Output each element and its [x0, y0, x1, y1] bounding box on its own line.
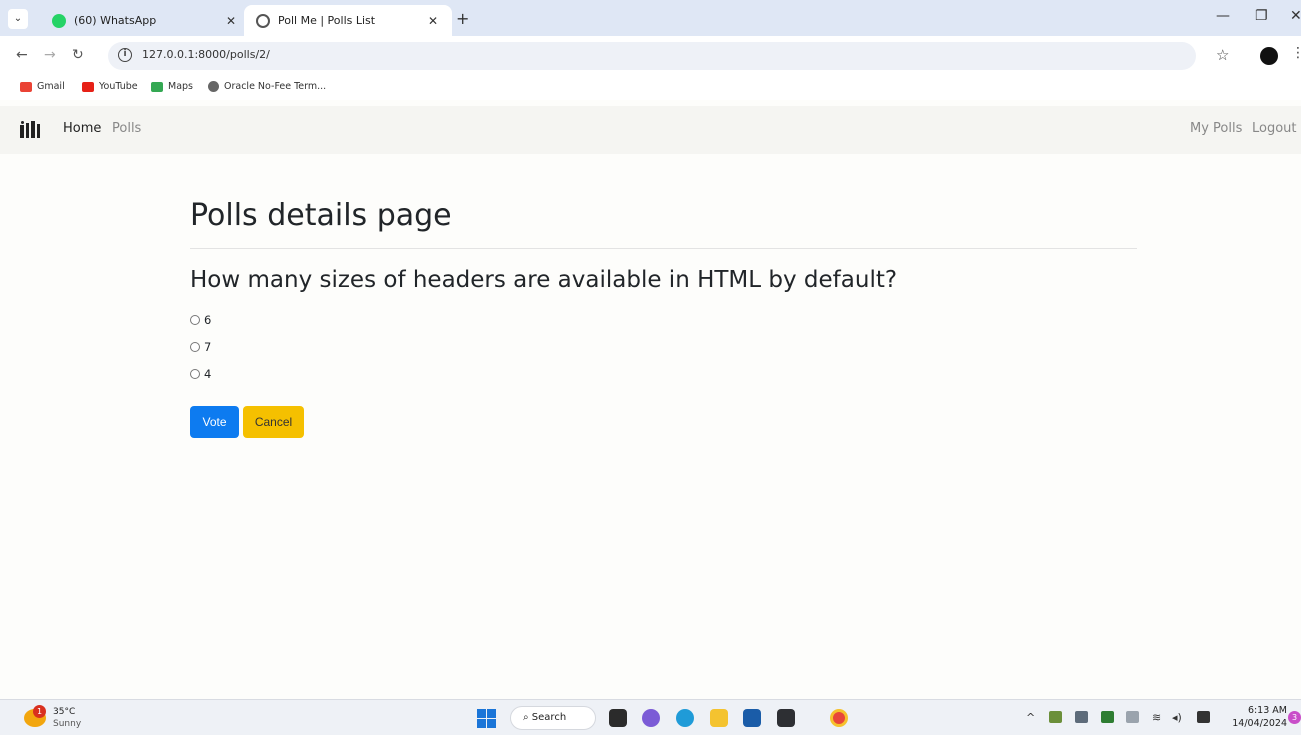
restore-icon[interactable]: ❐: [1255, 8, 1268, 24]
show-hidden-icons-chevron-icon[interactable]: ^: [1026, 711, 1035, 724]
globe-icon: [256, 13, 270, 28]
search-icon: ⌕: [523, 712, 529, 723]
url-text[interactable]: 127.0.0.1:8000/polls/2/: [142, 48, 270, 61]
store-icon[interactable]: [743, 709, 761, 727]
windows-taskbar: 1 35°C Sunny ⌕ Search ^ ≋ ◂) 6:13 AM 14/…: [0, 699, 1301, 735]
wifi-icon[interactable]: ≋: [1152, 711, 1161, 724]
tab-title: (60) WhatsApp: [74, 14, 157, 27]
bookmark-oracle[interactable]: Oracle No-Fee Term...: [208, 81, 326, 92]
nav-polls[interactable]: Polls: [112, 121, 141, 136]
site-navbar: Home Polls My Polls Logout: [0, 106, 1301, 154]
globe-icon: [208, 81, 219, 92]
profile-avatar[interactable]: [1260, 47, 1278, 65]
weather-alert-badge: 1: [33, 705, 46, 718]
browser-tab-strip: ⌄ (60) WhatsApp ✕ Poll Me | Polls List ✕…: [0, 0, 1301, 36]
new-tab-button[interactable]: +: [456, 9, 469, 28]
youtube-icon: [82, 81, 94, 92]
taskbar-search[interactable]: ⌕ Search: [510, 706, 596, 730]
tray-app-icon[interactable]: [1049, 711, 1062, 723]
weather-condition[interactable]: Sunny: [53, 719, 81, 729]
maps-icon: [151, 81, 163, 92]
nav-home[interactable]: Home: [63, 121, 101, 136]
nav-my-polls[interactable]: My Polls: [1190, 121, 1242, 136]
volume-icon[interactable]: ◂): [1172, 711, 1182, 724]
divider: [190, 248, 1137, 249]
address-bar[interactable]: i 127.0.0.1:8000/polls/2/: [108, 42, 1196, 70]
bookmark-youtube[interactable]: YouTube: [82, 81, 138, 92]
browser-toolbar: ← → ↻ i 127.0.0.1:8000/polls/2/ ☆ ⋮: [0, 36, 1301, 76]
radio-button[interactable]: [190, 369, 200, 379]
tab-search-chevron-icon[interactable]: ⌄: [8, 9, 28, 29]
vote-button[interactable]: Vote: [190, 406, 239, 438]
nav-logout[interactable]: Logout: [1252, 121, 1297, 136]
minimize-icon[interactable]: —: [1216, 8, 1230, 24]
tab-poll-me[interactable]: Poll Me | Polls List ✕: [244, 5, 452, 36]
close-tab-icon[interactable]: ✕: [426, 14, 440, 28]
bookmark-gmail[interactable]: Gmail: [20, 81, 65, 92]
weather-temperature[interactable]: 35°C: [53, 707, 75, 717]
bookmark-star-icon[interactable]: ☆: [1216, 46, 1229, 64]
tab-title: Poll Me | Polls List: [278, 14, 376, 27]
task-view-icon[interactable]: [609, 709, 627, 727]
back-icon[interactable]: ←: [16, 47, 28, 63]
close-tab-icon[interactable]: ✕: [224, 14, 238, 28]
search-label: Search: [531, 712, 567, 723]
poll-question: How many sizes of headers are available …: [190, 267, 898, 293]
reload-icon[interactable]: ↻: [72, 47, 84, 63]
radio-button[interactable]: [190, 342, 200, 352]
notification-badge[interactable]: 3: [1288, 711, 1301, 724]
choice-option[interactable]: 6: [190, 313, 211, 327]
tray-green-app-icon[interactable]: [1101, 711, 1114, 723]
clock-date[interactable]: 14/04/2024: [1226, 718, 1287, 729]
chat-app-icon[interactable]: [642, 709, 660, 727]
site-info-icon[interactable]: i: [118, 48, 132, 62]
brand-logo-icon[interactable]: [20, 121, 40, 138]
keyboard-icon[interactable]: [1126, 711, 1139, 723]
page-title: Polls details page: [190, 198, 452, 233]
whatsapp-icon: [52, 13, 66, 28]
bookmark-label: YouTube: [99, 81, 138, 92]
forward-icon[interactable]: →: [44, 47, 56, 63]
clock-time[interactable]: 6:13 AM: [1247, 705, 1287, 716]
choice-label: 4: [204, 367, 212, 381]
cancel-button[interactable]: Cancel: [243, 406, 304, 438]
choice-label: 6: [204, 313, 212, 327]
bookmarks-bar: Gmail YouTube Maps Oracle No-Fee Term...: [0, 76, 1301, 100]
edge-browser-icon[interactable]: [676, 709, 694, 727]
terminal-icon[interactable]: [777, 709, 795, 727]
bookmark-label: Maps: [168, 81, 193, 92]
choice-label: 7: [204, 340, 212, 354]
windows-start-icon[interactable]: [477, 709, 496, 728]
bookmark-label: Oracle No-Fee Term...: [224, 81, 327, 92]
choice-option[interactable]: 4: [190, 367, 211, 381]
battery-icon[interactable]: [1197, 711, 1210, 723]
bookmark-label: Gmail: [37, 81, 65, 92]
menu-kebab-icon[interactable]: ⋮: [1291, 45, 1301, 61]
choice-option[interactable]: 7: [190, 340, 211, 354]
chrome-icon[interactable]: [830, 709, 848, 727]
radio-button[interactable]: [190, 315, 200, 325]
file-explorer-icon[interactable]: [710, 709, 728, 727]
gmail-icon: [20, 81, 32, 92]
bookmark-maps[interactable]: Maps: [151, 81, 193, 92]
close-window-icon[interactable]: ✕: [1290, 8, 1301, 24]
tray-cloud-icon[interactable]: [1075, 711, 1088, 723]
tab-whatsapp[interactable]: (60) WhatsApp ✕: [40, 5, 250, 36]
